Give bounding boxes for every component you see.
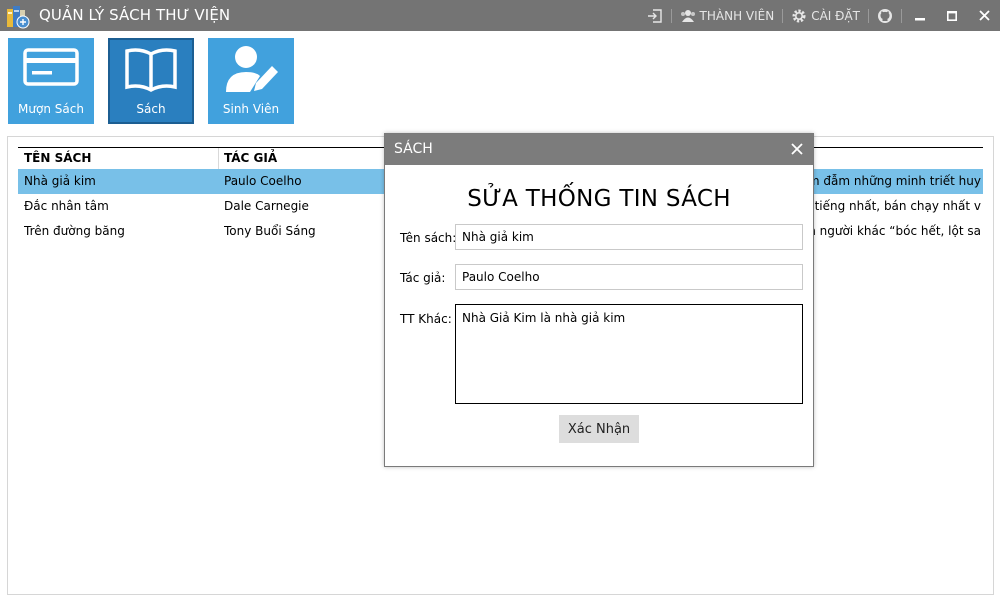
maximize-button[interactable] — [936, 0, 968, 31]
cell-info: nổi tiếng nhất, bán chạy nhất v — [808, 199, 981, 213]
author-label: Tác giả: — [400, 271, 446, 285]
minimize-icon — [915, 17, 925, 20]
cell-title: Nhà giả kim — [24, 174, 96, 188]
separator — [868, 8, 869, 23]
column-header-title[interactable]: TÊN SÁCH — [24, 151, 91, 165]
book-title-label: Tên sách: — [400, 231, 457, 245]
dialog-heading: SỬA THỐNG TIN SÁCH — [467, 186, 731, 212]
tile-label: Mượn Sách — [18, 102, 84, 116]
other-info-textarea[interactable]: Nhà Giả Kim là nhà giả kim — [455, 304, 803, 404]
members-label: THÀNH VIÊN — [699, 8, 775, 23]
cell-author: Paulo Coelho — [224, 174, 302, 188]
title-bar: QUẢN LÝ SÁCH THƯ VIỆN THÀNH VIÊN CÀI ĐẶT — [0, 0, 1000, 31]
settings-label: CÀI ĐẶT — [811, 8, 860, 23]
dialog-title: SÁCH — [394, 141, 433, 157]
cell-title: Trên đường băng — [24, 224, 125, 238]
tile-books[interactable]: Sách — [108, 38, 194, 124]
cell-info: o xin người khác “bóc hết, lột sa — [808, 224, 981, 238]
github-button[interactable] — [871, 0, 899, 31]
column-header-author[interactable]: TÁC GIẢ — [224, 151, 277, 165]
author-input[interactable] — [455, 264, 803, 290]
column-divider[interactable] — [218, 148, 219, 169]
tile-label: Sách — [136, 102, 166, 116]
close-icon — [978, 10, 990, 21]
edit-book-dialog: SÁCH SỬA THỐNG TIN SÁCH Tên sách: Tác gi… — [384, 133, 814, 467]
maximize-icon — [947, 10, 957, 21]
separator — [782, 8, 784, 23]
gear-icon — [792, 9, 806, 22]
close-icon[interactable] — [789, 141, 805, 157]
minimize-button[interactable] — [904, 0, 936, 31]
book-title-input[interactable] — [455, 224, 803, 250]
user-edit-icon — [226, 46, 278, 92]
members-button[interactable]: THÀNH VIÊN — [674, 0, 781, 31]
other-info-label: TT Khác: — [400, 312, 452, 326]
card-icon — [23, 48, 79, 86]
settings-button[interactable]: CÀI ĐẶT — [785, 0, 866, 31]
open-book-icon — [125, 48, 177, 92]
tile-borrow-books[interactable]: Mượn Sách — [8, 38, 94, 124]
github-icon — [878, 8, 892, 23]
separator — [901, 8, 902, 23]
cell-author: Tony Buổi Sáng — [224, 224, 316, 238]
cell-info: hấm đẫm những minh triết huy — [808, 174, 981, 188]
library-app-icon — [7, 6, 30, 29]
tile-label: Sinh Viên — [222, 102, 280, 116]
cell-author: Dale Carnegie — [224, 199, 309, 213]
confirm-button[interactable]: Xác Nhận — [559, 415, 639, 443]
users-icon — [680, 9, 695, 22]
close-window-button[interactable] — [968, 0, 1000, 31]
separator — [670, 8, 672, 23]
logout-button[interactable] — [641, 0, 669, 31]
dialog-header: SÁCH — [385, 134, 813, 165]
cell-title: Đắc nhân tâm — [24, 199, 109, 213]
logout-icon — [647, 8, 662, 23]
app-title: QUẢN LÝ SÁCH THƯ VIỆN — [39, 6, 231, 24]
tile-students[interactable]: Sinh Viên — [208, 38, 294, 124]
